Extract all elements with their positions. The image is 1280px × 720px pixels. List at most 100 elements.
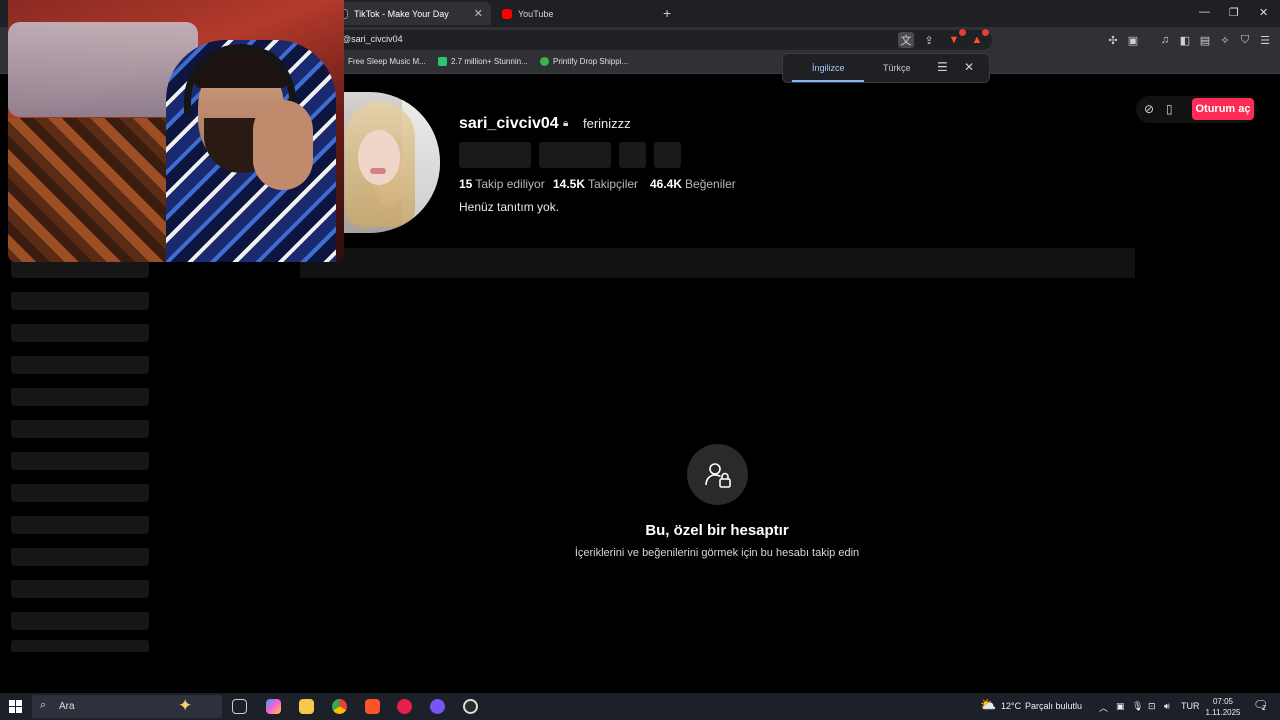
copilot-sparkle-icon[interactable]: ✦ <box>178 696 192 716</box>
translate-close-icon[interactable]: ✕ <box>964 60 974 74</box>
copilot-icon[interactable] <box>266 699 281 714</box>
sidebar-skeleton <box>11 388 149 406</box>
sidebar-skeleton <box>11 356 149 374</box>
microphone-icon[interactable]: 🎙︎ <box>1132 701 1143 712</box>
sidebar-skeleton <box>11 260 149 278</box>
icon-button-skeleton <box>619 142 646 168</box>
vpn-icon[interactable]: ⛉ <box>1237 32 1253 48</box>
chrome-icon[interactable] <box>332 699 347 714</box>
file-explorer-icon[interactable] <box>299 699 314 714</box>
extensions-icon[interactable]: ✣ <box>1105 32 1121 48</box>
new-tab-button[interactable]: + <box>663 5 671 21</box>
profile-bio: Henüz tanıtım yok. <box>459 200 560 214</box>
printify-icon <box>540 57 549 66</box>
sidebar-skeleton <box>11 612 149 630</box>
login-button[interactable]: Oturum aç <box>1192 98 1254 120</box>
brave-icon[interactable] <box>365 699 380 714</box>
webcam-overlay <box>8 0 344 262</box>
likes-count: 46.4K <box>650 177 683 191</box>
lock-icon: 🔒︎ <box>563 118 569 129</box>
message-button-skeleton <box>539 142 611 168</box>
clock-date: 1.11.2025 <box>1205 708 1241 717</box>
private-account-icon <box>687 444 748 505</box>
volume-icon[interactable]: 🔊︎ <box>1164 701 1170 712</box>
search-placeholder: Ara <box>59 701 75 712</box>
rewards-badge <box>982 29 989 36</box>
sidebar-skeleton <box>11 580 149 598</box>
brave-shield-icon[interactable]: ▼ <box>946 29 966 48</box>
following-label: Takip ediliyor <box>475 177 545 191</box>
language-indicator[interactable]: TUR <box>1181 701 1200 711</box>
minimize-button[interactable]: — <box>1199 6 1210 18</box>
follow-button-skeleton <box>459 142 531 168</box>
translate-icon[interactable]: 文 <box>898 32 914 48</box>
tab-tiktok[interactable]: TikTok - Make Your Day ✕ <box>330 2 491 25</box>
followers-label: Takipçiler <box>588 177 639 191</box>
weather-icon[interactable]: ⛅ <box>980 697 996 713</box>
selected-lang-underline <box>792 80 864 82</box>
tab-youtube[interactable]: YouTube <box>494 2 654 25</box>
icon-button-skeleton <box>654 142 681 168</box>
obs-icon[interactable] <box>463 699 478 714</box>
brave-rewards-icon[interactable]: ▲ <box>969 29 989 48</box>
weather-temp[interactable]: 12°C <box>1001 701 1021 711</box>
profile-avatar <box>340 92 440 233</box>
private-account-subtitle: İçeriklerini ve beğenilerini görmek için… <box>574 547 860 559</box>
taskbar: ⌕ Ara ✦ ⛅ 12°C Parçalı bulutlu ︿ ▣ 🎙︎ ⊡ … <box>0 693 1280 720</box>
window-close-button[interactable]: ✕ <box>1259 6 1268 19</box>
bookmark-item[interactable]: 2.7 million+ Stunnin... <box>438 57 528 66</box>
tab-title: YouTube <box>518 8 554 19</box>
sidebar-skeleton <box>11 484 149 502</box>
clock-time: 07:05 <box>1212 697 1234 706</box>
screenshot-icon[interactable]: ▣ <box>1125 32 1141 48</box>
notification-count: 2 <box>1262 705 1266 712</box>
sidebar-skeleton <box>11 452 149 470</box>
weather-text[interactable]: Parçalı bulutlu <box>1025 701 1082 711</box>
sidebar-skeleton <box>11 640 149 652</box>
messenger-icon[interactable] <box>430 699 445 714</box>
task-view-icon[interactable] <box>232 699 247 714</box>
sidebar-skeleton <box>11 324 149 342</box>
tray-overflow-icon[interactable]: ︿ <box>1099 701 1108 714</box>
bookmark-item[interactable]: Free Sleep Music M... <box>348 57 426 66</box>
translate-popup: İngilizce Türkçe ☰ ✕ <box>782 53 990 83</box>
followers-count: 14.5K <box>553 177 586 191</box>
sidebar-icon[interactable]: ◧ <box>1177 32 1193 48</box>
close-tab-icon[interactable]: ✕ <box>474 7 483 20</box>
private-account-title: Bu, özel bir hesaptır <box>645 522 789 539</box>
clock[interactable]: 07:05 1.11.2025 <box>1200 696 1246 718</box>
likes-stat: 46.4K Beğeniler <box>650 177 736 191</box>
wallet-icon[interactable]: ▤ <box>1197 32 1213 48</box>
leo-ai-icon[interactable]: ✧ <box>1217 32 1233 48</box>
url-field[interactable] <box>336 30 992 50</box>
translate-source-lang[interactable]: İngilizce <box>812 63 845 73</box>
shield-badge <box>959 29 966 36</box>
url-text[interactable]: @sari_civciv04 <box>342 34 403 44</box>
start-button[interactable] <box>9 700 22 713</box>
tray-app-icon[interactable]: ▣ <box>1116 701 1125 712</box>
following-stat[interactable]: 15 Takip ediliyor <box>459 177 545 191</box>
compass-icon[interactable]: ⊘ <box>1144 102 1154 116</box>
profile-username: sari_civciv04 <box>459 115 559 132</box>
media-icon[interactable]: ♫ <box>1157 32 1173 48</box>
content-tabs-skeleton <box>300 248 1135 278</box>
followers-stat[interactable]: 14.5K Takipçiler <box>553 177 638 191</box>
search-icon: ⌕ <box>40 699 47 711</box>
following-count: 15 <box>459 177 473 191</box>
mobile-icon[interactable]: ▯ <box>1166 102 1173 116</box>
tab-title: TikTok - Make Your Day <box>354 8 449 19</box>
pixabay-icon <box>438 57 447 66</box>
menu-icon[interactable]: ☰ <box>1257 32 1273 48</box>
translate-target-lang[interactable]: Türkçe <box>883 63 911 73</box>
likes-label: Beğeniler <box>685 177 736 191</box>
bookmark-item[interactable]: Printify Drop Shippi... <box>540 57 628 66</box>
translate-options-icon[interactable]: ☰ <box>937 60 948 74</box>
sidebar-skeleton <box>11 420 149 438</box>
network-icon[interactable]: ⊡ <box>1148 701 1156 712</box>
youtube-favicon-icon <box>502 8 512 19</box>
media-player-icon[interactable] <box>397 699 412 714</box>
sidebar-skeleton <box>11 292 149 310</box>
restore-button[interactable]: ❐ <box>1229 6 1239 19</box>
profile-nickname: ferinizzz <box>583 116 631 131</box>
share-icon[interactable]: ⇪ <box>921 32 937 48</box>
